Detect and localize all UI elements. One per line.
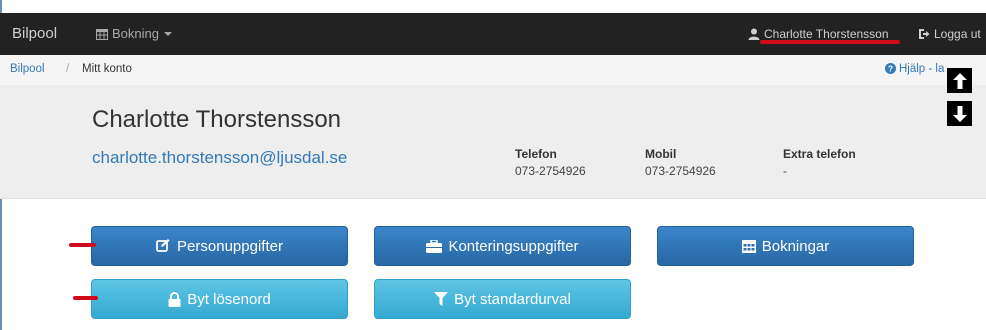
annotation-underline-user [760,40,900,44]
breadcrumb-separator: / [66,63,70,75]
profile-header [0,85,986,199]
svg-text:?: ? [888,64,893,74]
personal-info-label: Personuppgifter [177,237,283,255]
change-default-filter-label: Byt standardurval [454,290,571,308]
extra-phone-value: - [783,164,787,178]
change-default-filter-button[interactable]: Byt standardurval [374,279,631,319]
edit-icon [156,239,170,252]
booking-dropdown[interactable]: Bokning [96,13,172,55]
phone-value: 073-2754926 [515,164,586,178]
breadcrumb-home-link[interactable]: Bilpool [10,63,45,75]
caret-down-icon [163,32,172,36]
bookings-button[interactable]: Bokningar [657,226,914,266]
arrow-up-icon [952,72,967,89]
breadcrumb: Bilpool / Mitt konto ? Hjälp - la [0,55,986,85]
brand-link[interactable]: Bilpool [12,13,57,55]
user-icon [748,28,760,40]
user-name-label: Charlotte Thorstensson [764,27,889,41]
scroll-up-button[interactable] [947,68,972,93]
personal-info-button[interactable]: Personuppgifter [91,226,348,266]
logout-link[interactable]: Logga ut [918,13,981,55]
change-password-label: Byt lösenord [187,290,271,308]
scroll-down-button[interactable] [947,101,972,126]
mobile-label: Mobil [645,147,677,161]
help-link-label: Hjälp - la [899,63,945,75]
accounting-info-label: Konteringsuppgifter [448,237,579,255]
logout-icon [919,29,930,39]
phone-label: Telefon [515,147,557,161]
accounting-info-button[interactable]: Konteringsuppgifter [374,226,631,266]
help-link[interactable]: ? Hjälp - la [885,63,944,75]
calendar-icon [96,29,108,40]
lock-icon [168,291,181,307]
top-navbar: Bilpool Bokning Charlotte Thorstensson L… [0,13,986,55]
briefcase-icon [426,239,443,253]
question-circle-icon: ? [885,63,896,74]
email-link[interactable]: charlotte.thorstensson@ljusdal.se [92,148,347,168]
page-title: Charlotte Thorstensson [92,106,342,133]
extra-phone-label: Extra telefon [783,147,856,161]
breadcrumb-current: Mitt konto [82,63,132,75]
change-password-button[interactable]: Byt lösenord [91,279,348,319]
annotation-mark-password [73,296,98,300]
mobile-value: 073-2754926 [645,164,716,178]
filter-icon [434,292,449,306]
bookings-label: Bokningar [761,237,830,255]
annotation-mark-personal [69,243,96,247]
calendar-icon [741,240,756,253]
logout-label: Logga ut [934,27,981,41]
user-menu-link[interactable]: Charlotte Thorstensson [748,13,889,55]
booking-label: Bokning [112,26,159,41]
arrow-down-icon [952,105,967,122]
